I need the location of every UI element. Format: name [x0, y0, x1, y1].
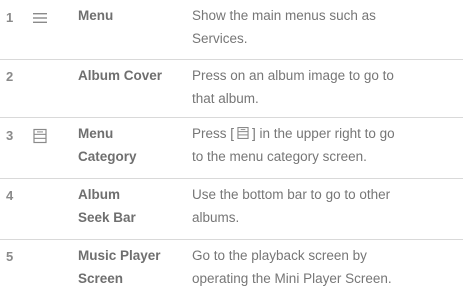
row-description: Show the main menus such as Services. [192, 8, 376, 46]
row-number: 2 [6, 69, 14, 84]
row-number: 5 [6, 249, 14, 264]
row-number: 4 [6, 188, 14, 203]
menu-category-inline-icon [236, 124, 250, 139]
row-description: Go to the playback screen by operating t… [192, 248, 392, 286]
row-number: 3 [6, 128, 14, 143]
row-label: Album Cover [78, 68, 163, 83]
hamburger-menu-icon [31, 9, 49, 27]
menu-category-icon [31, 127, 49, 145]
table-row: 3 Menu Category Press [] in the upper ri… [0, 118, 463, 179]
row-description: Use the bottom bar to go to other albums… [192, 187, 391, 225]
feature-table: 1 Menu Show the main menus such as Servi… [0, 0, 463, 300]
row-number: 1 [6, 10, 14, 25]
table-row: 4 Album Seek Bar Use the bottom bar to g… [0, 179, 463, 240]
table-row: 2 Album Cover Press on an album image to… [0, 60, 463, 118]
row-description: Press [] in the upper right to go to the… [192, 124, 395, 164]
row-label: Music Player Screen [78, 248, 161, 286]
row-label: Album Seek Bar [78, 187, 136, 225]
row-label: Menu Category [78, 126, 137, 164]
table-row: 5 Music Player Screen Go to the playback… [0, 240, 463, 298]
row-description: Press on an album image to go to that al… [192, 68, 394, 106]
table-row: 1 Menu Show the main menus such as Servi… [0, 0, 463, 60]
row-label: Menu [78, 8, 114, 23]
